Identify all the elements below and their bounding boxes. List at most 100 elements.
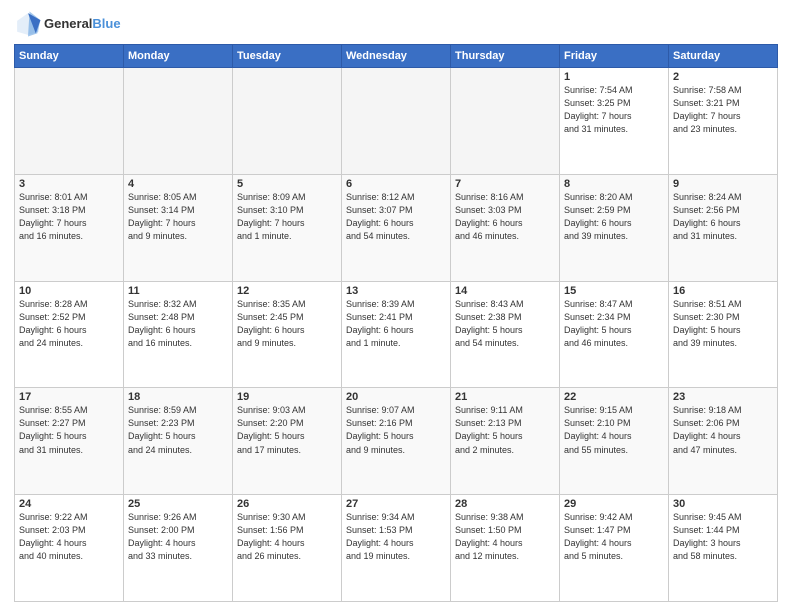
calendar-day-cell: 8Sunrise: 8:20 AM Sunset: 2:59 PM Daylig… (560, 174, 669, 281)
day-number: 24 (19, 498, 119, 510)
day-number: 29 (564, 498, 664, 510)
calendar-day-cell: 26Sunrise: 9:30 AM Sunset: 1:56 PM Dayli… (233, 495, 342, 602)
day-info: Sunrise: 9:42 AM Sunset: 1:47 PM Dayligh… (564, 511, 664, 563)
day-number: 1 (564, 71, 664, 83)
calendar-day-cell: 28Sunrise: 9:38 AM Sunset: 1:50 PM Dayli… (451, 495, 560, 602)
day-number: 22 (564, 391, 664, 403)
calendar-day-cell: 27Sunrise: 9:34 AM Sunset: 1:53 PM Dayli… (342, 495, 451, 602)
page: GeneralBlue SundayMondayTuesdayWednesday… (0, 0, 792, 612)
day-info: Sunrise: 9:34 AM Sunset: 1:53 PM Dayligh… (346, 511, 446, 563)
calendar-day-cell: 3Sunrise: 8:01 AM Sunset: 3:18 PM Daylig… (15, 174, 124, 281)
day-number: 5 (237, 178, 337, 190)
day-info: Sunrise: 8:59 AM Sunset: 2:23 PM Dayligh… (128, 404, 228, 456)
day-info: Sunrise: 8:20 AM Sunset: 2:59 PM Dayligh… (564, 191, 664, 243)
day-of-week-header: Sunday (15, 45, 124, 68)
day-number: 17 (19, 391, 119, 403)
day-info: Sunrise: 8:12 AM Sunset: 3:07 PM Dayligh… (346, 191, 446, 243)
day-info: Sunrise: 8:28 AM Sunset: 2:52 PM Dayligh… (19, 298, 119, 350)
day-of-week-header: Wednesday (342, 45, 451, 68)
day-info: Sunrise: 8:55 AM Sunset: 2:27 PM Dayligh… (19, 404, 119, 456)
calendar-day-cell: 12Sunrise: 8:35 AM Sunset: 2:45 PM Dayli… (233, 281, 342, 388)
day-info: Sunrise: 7:54 AM Sunset: 3:25 PM Dayligh… (564, 84, 664, 136)
day-of-week-header: Friday (560, 45, 669, 68)
calendar-day-cell: 16Sunrise: 8:51 AM Sunset: 2:30 PM Dayli… (669, 281, 778, 388)
day-number: 14 (455, 285, 555, 297)
calendar-day-cell: 5Sunrise: 8:09 AM Sunset: 3:10 PM Daylig… (233, 174, 342, 281)
calendar-day-cell: 9Sunrise: 8:24 AM Sunset: 2:56 PM Daylig… (669, 174, 778, 281)
calendar-day-cell: 15Sunrise: 8:47 AM Sunset: 2:34 PM Dayli… (560, 281, 669, 388)
calendar-day-cell: 30Sunrise: 9:45 AM Sunset: 1:44 PM Dayli… (669, 495, 778, 602)
day-info: Sunrise: 9:26 AM Sunset: 2:00 PM Dayligh… (128, 511, 228, 563)
calendar-table: SundayMondayTuesdayWednesdayThursdayFrid… (14, 44, 778, 602)
day-info: Sunrise: 8:35 AM Sunset: 2:45 PM Dayligh… (237, 298, 337, 350)
day-number: 6 (346, 178, 446, 190)
day-number: 2 (673, 71, 773, 83)
calendar-header-row: SundayMondayTuesdayWednesdayThursdayFrid… (15, 45, 778, 68)
calendar-day-cell (342, 68, 451, 175)
day-info: Sunrise: 8:43 AM Sunset: 2:38 PM Dayligh… (455, 298, 555, 350)
calendar-day-cell: 14Sunrise: 8:43 AM Sunset: 2:38 PM Dayli… (451, 281, 560, 388)
day-info: Sunrise: 9:38 AM Sunset: 1:50 PM Dayligh… (455, 511, 555, 563)
calendar-day-cell: 11Sunrise: 8:32 AM Sunset: 2:48 PM Dayli… (124, 281, 233, 388)
calendar-week-row: 10Sunrise: 8:28 AM Sunset: 2:52 PM Dayli… (15, 281, 778, 388)
calendar-day-cell: 24Sunrise: 9:22 AM Sunset: 2:03 PM Dayli… (15, 495, 124, 602)
day-info: Sunrise: 8:05 AM Sunset: 3:14 PM Dayligh… (128, 191, 228, 243)
day-info: Sunrise: 8:47 AM Sunset: 2:34 PM Dayligh… (564, 298, 664, 350)
day-number: 21 (455, 391, 555, 403)
day-info: Sunrise: 9:07 AM Sunset: 2:16 PM Dayligh… (346, 404, 446, 456)
calendar-week-row: 17Sunrise: 8:55 AM Sunset: 2:27 PM Dayli… (15, 388, 778, 495)
day-number: 13 (346, 285, 446, 297)
day-info: Sunrise: 8:16 AM Sunset: 3:03 PM Dayligh… (455, 191, 555, 243)
calendar-day-cell: 17Sunrise: 8:55 AM Sunset: 2:27 PM Dayli… (15, 388, 124, 495)
calendar-day-cell: 18Sunrise: 8:59 AM Sunset: 2:23 PM Dayli… (124, 388, 233, 495)
calendar-day-cell: 29Sunrise: 9:42 AM Sunset: 1:47 PM Dayli… (560, 495, 669, 602)
day-info: Sunrise: 8:09 AM Sunset: 3:10 PM Dayligh… (237, 191, 337, 243)
calendar-day-cell: 2Sunrise: 7:58 AM Sunset: 3:21 PM Daylig… (669, 68, 778, 175)
day-number: 27 (346, 498, 446, 510)
day-number: 19 (237, 391, 337, 403)
day-number: 30 (673, 498, 773, 510)
calendar-day-cell: 22Sunrise: 9:15 AM Sunset: 2:10 PM Dayli… (560, 388, 669, 495)
day-number: 15 (564, 285, 664, 297)
day-number: 10 (19, 285, 119, 297)
calendar-day-cell: 6Sunrise: 8:12 AM Sunset: 3:07 PM Daylig… (342, 174, 451, 281)
day-number: 4 (128, 178, 228, 190)
logo-text: GeneralBlue (44, 17, 121, 31)
day-info: Sunrise: 8:24 AM Sunset: 2:56 PM Dayligh… (673, 191, 773, 243)
header: GeneralBlue (14, 10, 778, 38)
calendar-week-row: 24Sunrise: 9:22 AM Sunset: 2:03 PM Dayli… (15, 495, 778, 602)
day-info: Sunrise: 9:45 AM Sunset: 1:44 PM Dayligh… (673, 511, 773, 563)
day-number: 11 (128, 285, 228, 297)
day-info: Sunrise: 9:03 AM Sunset: 2:20 PM Dayligh… (237, 404, 337, 456)
calendar-day-cell: 7Sunrise: 8:16 AM Sunset: 3:03 PM Daylig… (451, 174, 560, 281)
logo: GeneralBlue (14, 10, 121, 38)
day-info: Sunrise: 8:32 AM Sunset: 2:48 PM Dayligh… (128, 298, 228, 350)
day-info: Sunrise: 9:11 AM Sunset: 2:13 PM Dayligh… (455, 404, 555, 456)
day-number: 18 (128, 391, 228, 403)
calendar-day-cell: 19Sunrise: 9:03 AM Sunset: 2:20 PM Dayli… (233, 388, 342, 495)
day-info: Sunrise: 9:22 AM Sunset: 2:03 PM Dayligh… (19, 511, 119, 563)
calendar-day-cell: 23Sunrise: 9:18 AM Sunset: 2:06 PM Dayli… (669, 388, 778, 495)
day-info: Sunrise: 8:51 AM Sunset: 2:30 PM Dayligh… (673, 298, 773, 350)
day-of-week-header: Tuesday (233, 45, 342, 68)
day-info: Sunrise: 9:30 AM Sunset: 1:56 PM Dayligh… (237, 511, 337, 563)
day-number: 28 (455, 498, 555, 510)
day-info: Sunrise: 9:18 AM Sunset: 2:06 PM Dayligh… (673, 404, 773, 456)
day-number: 12 (237, 285, 337, 297)
day-info: Sunrise: 8:01 AM Sunset: 3:18 PM Dayligh… (19, 191, 119, 243)
day-of-week-header: Saturday (669, 45, 778, 68)
day-number: 20 (346, 391, 446, 403)
day-number: 23 (673, 391, 773, 403)
calendar-day-cell (451, 68, 560, 175)
day-number: 9 (673, 178, 773, 190)
day-number: 16 (673, 285, 773, 297)
calendar-day-cell: 4Sunrise: 8:05 AM Sunset: 3:14 PM Daylig… (124, 174, 233, 281)
day-info: Sunrise: 9:15 AM Sunset: 2:10 PM Dayligh… (564, 404, 664, 456)
day-info: Sunrise: 7:58 AM Sunset: 3:21 PM Dayligh… (673, 84, 773, 136)
logo-icon (14, 10, 42, 38)
day-number: 26 (237, 498, 337, 510)
calendar-day-cell (233, 68, 342, 175)
calendar-day-cell: 20Sunrise: 9:07 AM Sunset: 2:16 PM Dayli… (342, 388, 451, 495)
day-number: 7 (455, 178, 555, 190)
calendar-day-cell: 13Sunrise: 8:39 AM Sunset: 2:41 PM Dayli… (342, 281, 451, 388)
